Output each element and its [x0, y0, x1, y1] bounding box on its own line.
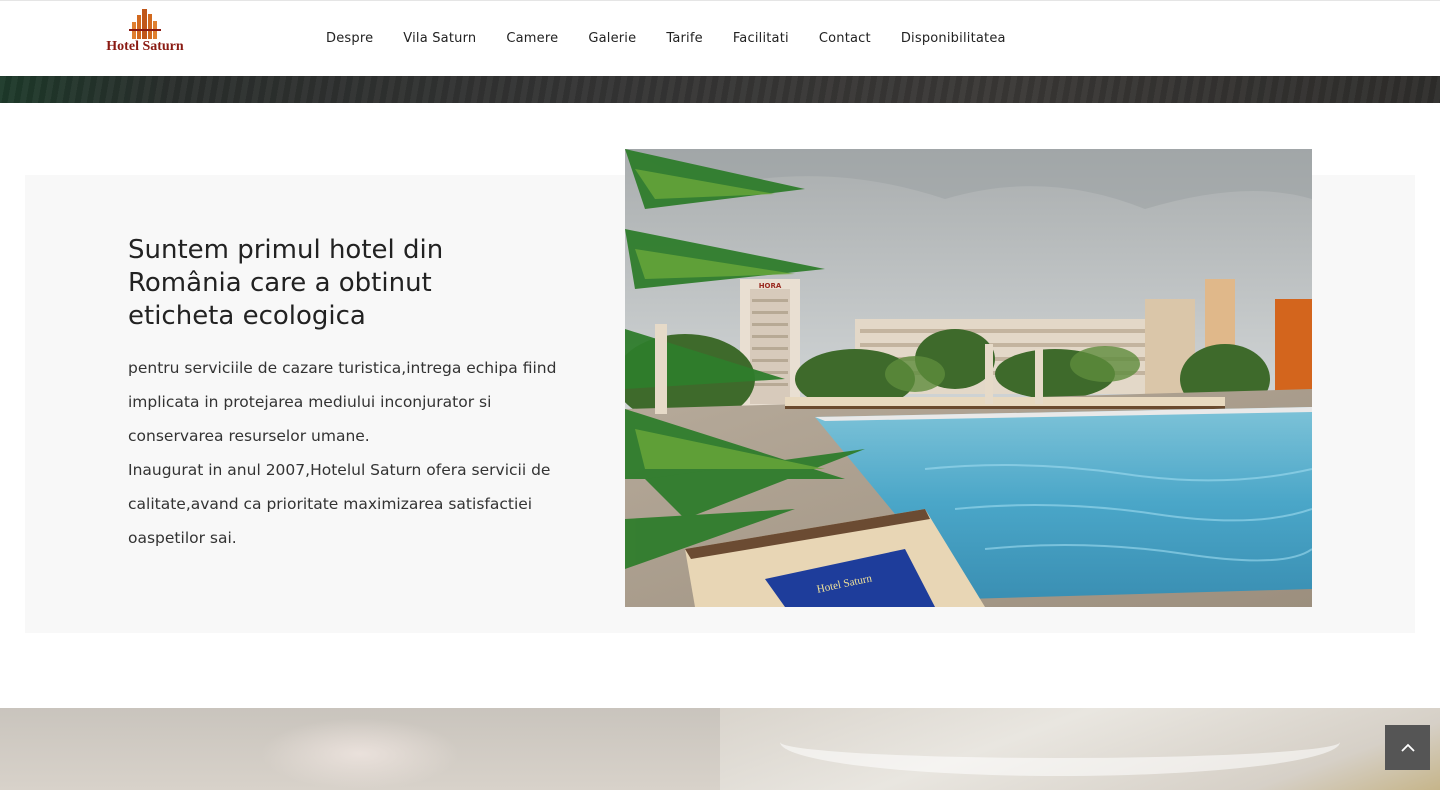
main-nav: Despre Vila Saturn Camere Galerie Tarife… [326, 31, 1006, 46]
nav-despre[interactable]: Despre [326, 31, 373, 46]
nav-disponibilitatea[interactable]: Disponibilitatea [901, 31, 1006, 46]
nav-vila-saturn[interactable]: Vila Saturn [403, 31, 476, 46]
hotel-logo[interactable]: Hotel Saturn [100, 5, 190, 61]
about-paragraph-2: Inaugurat in anul 2007,Hotelul Saturn of… [128, 461, 551, 547]
pool-photo: HORA Hotel Saturn [625, 149, 1312, 607]
scroll-to-top-button[interactable] [1385, 725, 1430, 770]
nav-contact[interactable]: Contact [819, 31, 871, 46]
room-photo-right[interactable] [720, 708, 1440, 790]
about-paragraph-1: pentru serviciile de cazare turistica,in… [128, 359, 557, 445]
hero-image-strip [0, 76, 1440, 103]
nav-galerie[interactable]: Galerie [588, 31, 636, 46]
room-photo-left[interactable] [0, 708, 720, 790]
site-header: Hotel Saturn Despre Vila Saturn Camere G… [0, 0, 1440, 76]
logo-text: Hotel Saturn [106, 39, 184, 54]
building-sign: HORA [759, 282, 782, 290]
about-title: Suntem primul hotel din România care a o… [128, 235, 444, 331]
nav-facilitati[interactable]: Facilitati [733, 31, 789, 46]
hotel-building-logo-icon [129, 9, 161, 39]
about-text: pentru serviciile de cazare turistica,in… [128, 351, 558, 555]
nav-camere[interactable]: Camere [506, 31, 558, 46]
nav-tarife[interactable]: Tarife [666, 31, 703, 46]
chevron-up-icon [1400, 743, 1415, 752]
